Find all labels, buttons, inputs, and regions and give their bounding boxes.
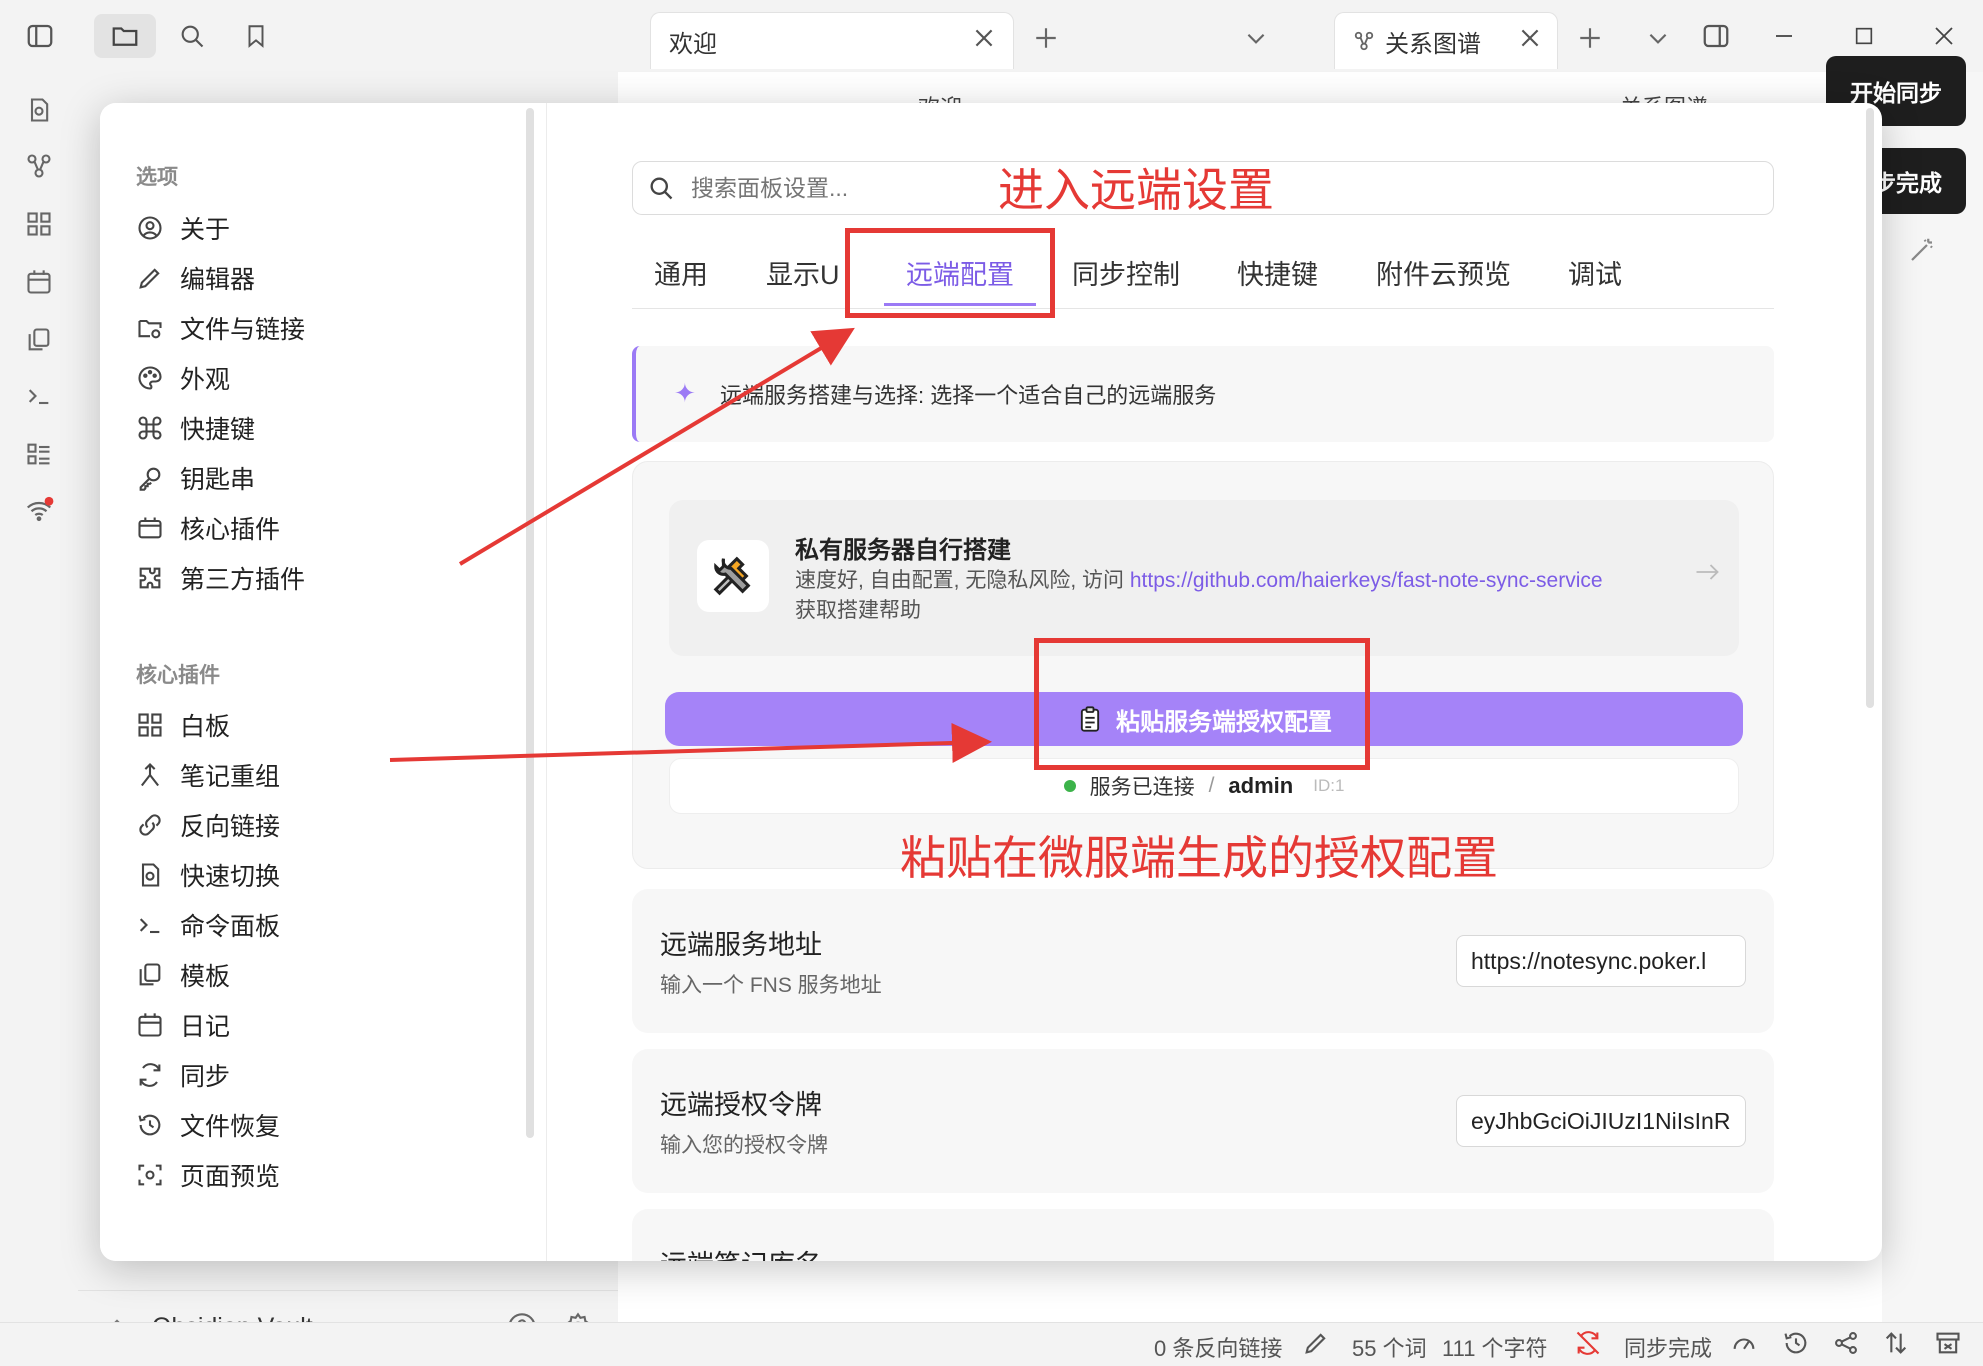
arrow-to-tab <box>458 327 855 566</box>
annotation-arrows <box>389 327 992 763</box>
arrow-to-button <box>389 722 992 763</box>
